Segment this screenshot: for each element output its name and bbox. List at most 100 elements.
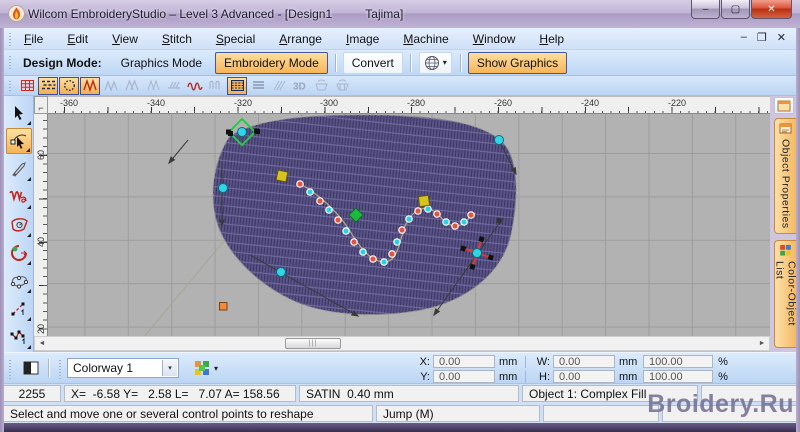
trapunto-icon[interactable] — [311, 77, 331, 95]
menu-stitch[interactable]: Stitch — [155, 30, 199, 48]
entry-point-node[interactable] — [219, 302, 228, 311]
scroll-right-icon[interactable]: ► — [755, 337, 769, 350]
hoop-globe-button[interactable]: ▾ — [418, 51, 452, 74]
machine-function: Jump (M) — [376, 405, 540, 422]
tatami-fill-icon[interactable] — [38, 76, 58, 95]
y-unit: mm — [499, 370, 518, 383]
lettering-tool[interactable] — [6, 184, 32, 210]
ruler-label: 40 — [36, 237, 46, 248]
circle-arc-icon — [11, 245, 28, 261]
toolbar-grip — [8, 357, 13, 379]
show-graphics-button[interactable]: Show Graphics — [467, 51, 568, 74]
select-arrow-icon — [15, 106, 23, 120]
e-stitch-icon[interactable] — [164, 77, 184, 95]
menu-edit[interactable]: Edit — [60, 30, 95, 48]
scrollbar-thumb[interactable]: ||| — [285, 338, 341, 349]
mdi-close-button[interactable]: ✕ — [777, 31, 786, 44]
embroidery-mode-button[interactable]: Embroidery Mode — [215, 51, 328, 74]
vertical-ruler[interactable]: 60 40 20 — [34, 114, 48, 336]
satin-narrow-icon[interactable] — [143, 77, 163, 95]
motif-fill-icon[interactable] — [59, 76, 79, 95]
menu-special[interactable]: Special — [209, 30, 262, 48]
stitch-count: 2255 — [3, 385, 61, 402]
menu-file[interactable]: File — [17, 30, 50, 48]
basket-weave-icon[interactable] — [332, 77, 352, 95]
dropdown-caret-icon: ▾ — [214, 363, 219, 373]
w-input[interactable]: 0.00 — [553, 355, 615, 368]
circle-tool[interactable] — [6, 240, 32, 266]
menu-image[interactable]: Image — [339, 30, 386, 48]
flyout-icon — [27, 289, 31, 293]
closed-shape-tool[interactable] — [6, 212, 32, 238]
colorway-editor-icon — [23, 361, 39, 375]
node-handle[interactable] — [255, 129, 260, 134]
scale-y-input[interactable]: 100.00 — [643, 370, 713, 383]
manual-stitch-icon — [10, 330, 25, 344]
menu-machine[interactable]: Machine — [396, 30, 455, 48]
mdi-minimize-button[interactable]: – — [741, 31, 747, 44]
menu-window[interactable]: Window — [466, 30, 523, 48]
flyout-icon — [27, 205, 31, 209]
panel-toggle-button[interactable] — [774, 97, 794, 114]
palette-button[interactable]: ▾ — [191, 358, 221, 378]
horizontal-ruler[interactable]: -360 -340 -320 -300 -280 -260 -240 -220 — [48, 96, 770, 114]
select-tool[interactable] — [6, 100, 32, 126]
dropdown-arrow-icon[interactable]: ▾ — [162, 360, 177, 376]
complex-fill-tool[interactable] — [6, 268, 32, 294]
satin-peaks-icon[interactable] — [122, 77, 142, 95]
mdi-restore-button[interactable]: ❐ — [757, 31, 767, 44]
scale-x-input[interactable]: 100.00 — [643, 355, 713, 368]
h-input[interactable]: 0.00 — [553, 370, 615, 383]
menu-view[interactable]: View — [105, 30, 145, 48]
x-label: X: — [419, 355, 430, 368]
toolbar-grip — [8, 53, 13, 72]
flyout-icon — [27, 121, 31, 125]
flyout-icon — [27, 345, 31, 349]
reshape-tool[interactable] — [6, 128, 32, 154]
run-tool[interactable] — [6, 296, 32, 322]
ruler-origin-button[interactable]: ⌐ — [34, 96, 48, 114]
scale-x-percent: % — [718, 355, 728, 368]
knife-tool[interactable] — [6, 156, 32, 182]
stitch-lines-icon[interactable] — [248, 77, 268, 95]
motif-run-icon[interactable] — [206, 77, 226, 95]
tab-object-properties[interactable]: Object Properties — [774, 118, 796, 234]
design-canvas[interactable] — [48, 114, 770, 336]
design-mode-label: Design Mode: — [23, 55, 102, 70]
node-handle[interactable] — [228, 131, 233, 136]
minimize-button[interactable]: – — [691, 0, 720, 19]
convert-button[interactable]: Convert — [342, 51, 403, 74]
colorway-select[interactable]: Colorway 1 ▾ — [67, 358, 179, 378]
manual-stitch-tool[interactable] — [6, 324, 32, 350]
separator — [48, 359, 49, 377]
window-title: Wilcom EmbroideryStudio – Level 3 Advanc… — [28, 7, 404, 21]
toolbox — [4, 96, 34, 352]
dropdown-caret-icon: ▾ — [442, 58, 447, 67]
title-bar: Wilcom EmbroideryStudio – Level 3 Advanc… — [0, 0, 800, 28]
menu-help[interactable]: Help — [532, 30, 571, 48]
pattern-grid-icon[interactable] — [17, 77, 37, 95]
colorway-editor-button[interactable] — [19, 357, 43, 379]
x-input[interactable]: 0.00 — [433, 355, 495, 368]
menu-arrange[interactable]: Arrange — [272, 30, 329, 48]
hatch-icon[interactable] — [269, 77, 289, 95]
graphics-mode-button[interactable]: Graphics Mode — [112, 52, 211, 74]
flyout-icon — [27, 233, 31, 237]
threeD-effect-icon[interactable]: 3D — [290, 77, 310, 95]
app-flame-icon — [8, 5, 25, 22]
maximize-button[interactable]: ▢ — [721, 0, 750, 19]
zigzag-fill-icon[interactable] — [80, 76, 100, 95]
y-input[interactable]: 0.00 — [433, 370, 495, 383]
step-fill-icon[interactable] — [101, 77, 121, 95]
stitch-type-info: SATIN 0.40 mm — [299, 385, 519, 402]
globe-icon — [424, 55, 439, 70]
close-button[interactable]: ✕ — [751, 0, 792, 19]
fill-sample-icon[interactable] — [227, 76, 247, 95]
embroidery-design[interactable] — [48, 114, 770, 336]
tab-color-object-list[interactable]: Color-Object List — [774, 240, 798, 348]
run-stitch-icon[interactable] — [185, 77, 205, 95]
scroll-left-icon[interactable]: ◄ — [35, 337, 49, 350]
stitch-type-toolbar: 3D — [4, 76, 796, 96]
horizontal-scrollbar[interactable]: ◄ ||| ► — [34, 336, 770, 351]
flyout-icon — [26, 148, 30, 152]
